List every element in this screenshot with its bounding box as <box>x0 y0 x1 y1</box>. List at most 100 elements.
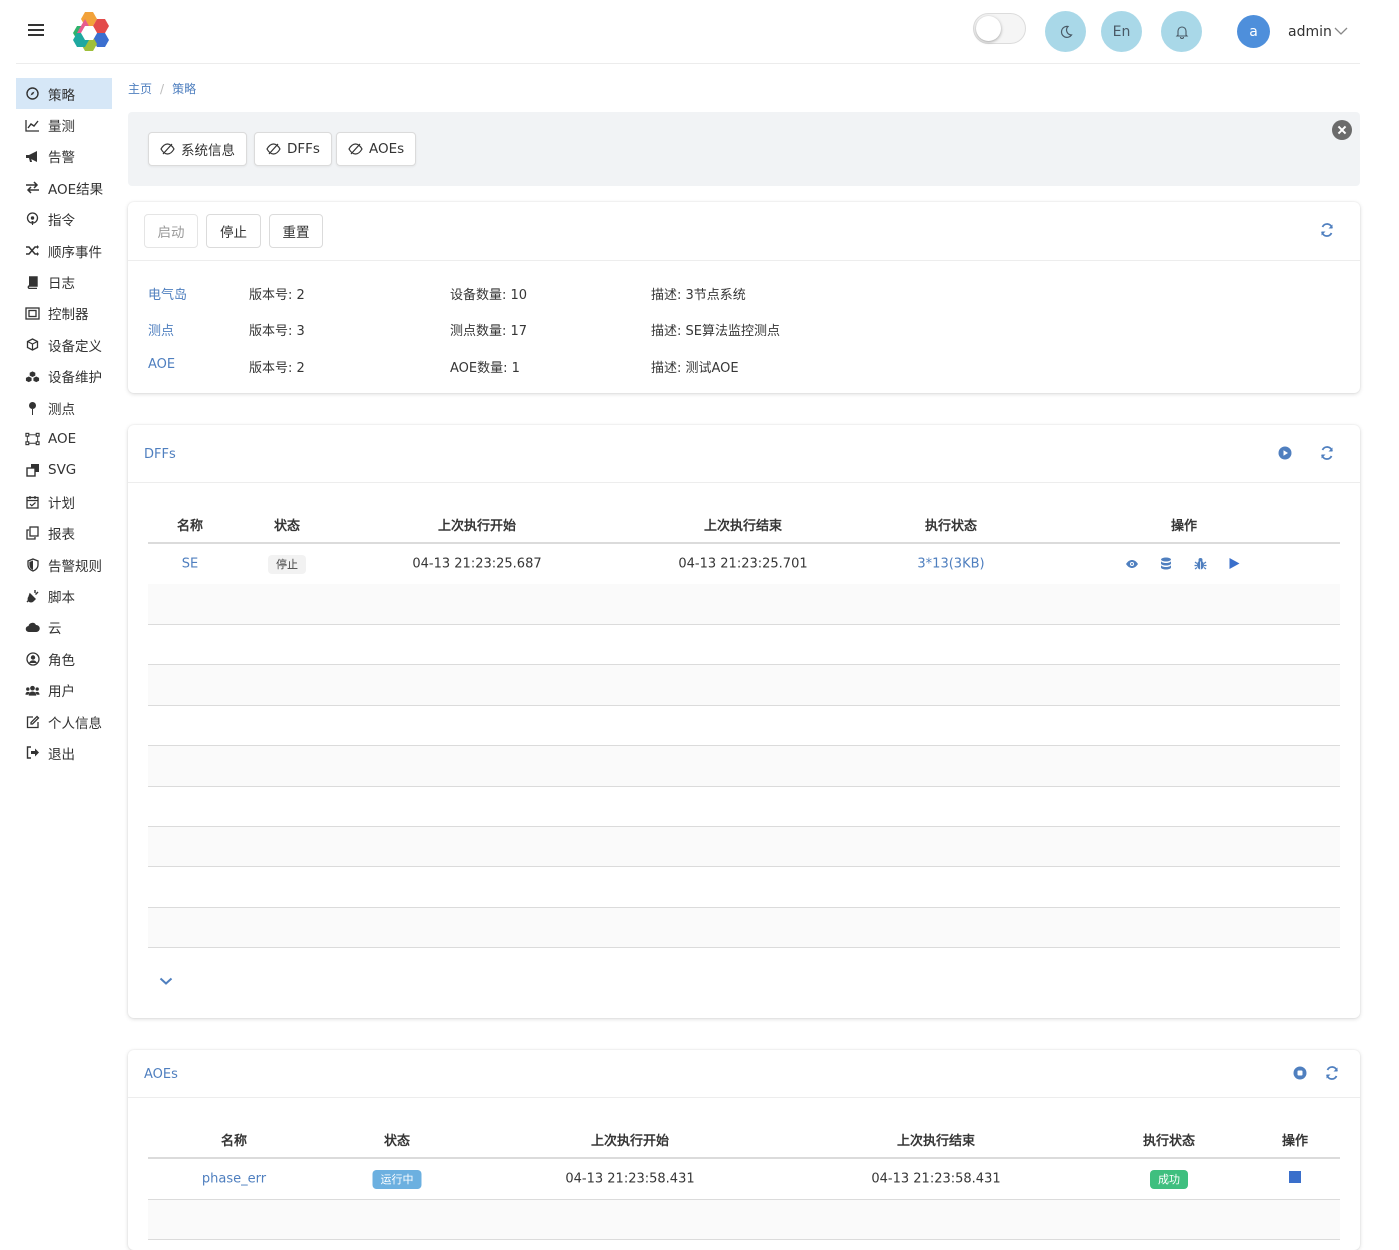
table-row <box>148 1199 1340 1240</box>
sidebar-item[interactable]: 脚本 <box>16 580 112 611</box>
column-header: 上次执行开始 <box>590 1134 670 1149</box>
section-toggle-panel: 系统信息 DFFs AOEs <box>128 112 1360 186</box>
sidebar-item[interactable]: 设备定义 <box>16 329 112 360</box>
dark-mode-button[interactable] <box>1045 11 1086 52</box>
sidebar-item[interactable]: 指令 <box>16 204 112 235</box>
sidebar-item[interactable]: 告警 <box>16 141 112 172</box>
calendar-check-icon <box>25 494 40 509</box>
sidebar-item[interactable]: AOE结果 <box>16 172 112 203</box>
cell-start: 04-13 21:23:25.687 <box>412 556 542 572</box>
sidebar-item[interactable]: 用户 <box>16 674 112 705</box>
moon-icon <box>1060 25 1073 38</box>
sidebar-item[interactable]: SVG <box>16 455 112 486</box>
language-button[interactable]: En <box>1101 11 1142 52</box>
refresh-icon[interactable] <box>1324 1065 1340 1081</box>
system-info-card: 启动 停止 重置 电气岛 版本号: 2 设备数量: 10 描述: 3节点系统 测点 版本号… <box>128 202 1360 393</box>
aoes-card: AOEs 名称 状态 上次执行开始 上次执行结束 执行状态 操作 phase_err 运行中 0… <box>128 1050 1360 1250</box>
cell-end: 04-13 21:23:58.431 <box>871 1171 1001 1187</box>
column-header: 名称 <box>220 1134 248 1149</box>
stop-icon[interactable] <box>1289 1170 1301 1187</box>
cell-name[interactable]: SE <box>182 556 198 571</box>
sidebar-item[interactable]: 日志 <box>16 266 112 297</box>
table-row <box>148 826 1340 868</box>
table-row <box>148 665 1340 706</box>
refresh-icon[interactable] <box>1319 445 1335 461</box>
play-icon[interactable] <box>1226 556 1242 572</box>
sidebar-item[interactable]: 控制器 <box>16 298 112 329</box>
breadcrumb-home[interactable]: 主页 <box>128 82 152 96</box>
stop-circle-icon[interactable] <box>1292 1065 1308 1081</box>
eye-slash-icon <box>348 143 363 155</box>
user-avatar[interactable]: a <box>1237 15 1270 48</box>
toggle-system-info-button[interactable]: 系统信息 <box>148 132 247 166</box>
sidebar-item[interactable]: AOE <box>16 423 112 454</box>
table-row <box>148 786 1340 827</box>
bug-icon[interactable] <box>1192 556 1208 572</box>
start-button[interactable]: 启动 <box>144 214 198 248</box>
sidebar-item[interactable]: 云 <box>16 612 112 643</box>
info-name[interactable]: AOE <box>148 357 175 372</box>
toggle-dffs-button[interactable]: DFFs <box>254 132 332 166</box>
bell-icon <box>1175 25 1188 39</box>
exchange-icon <box>25 180 40 195</box>
sidebar-item-label: 指令 <box>48 213 75 230</box>
notifications-button[interactable] <box>1161 11 1202 52</box>
sidebar-item[interactable]: 顺序事件 <box>16 235 112 266</box>
app-logo[interactable] <box>70 10 114 52</box>
sidebar-item[interactable]: 个人信息 <box>16 706 112 737</box>
sidebar-item[interactable]: 报表 <box>16 517 112 548</box>
table-row <box>148 584 1340 625</box>
reset-button[interactable]: 重置 <box>269 214 323 248</box>
chevron-down-icon[interactable] <box>158 973 174 989</box>
cell-start: 04-13 21:23:58.431 <box>565 1171 695 1187</box>
refresh-icon[interactable] <box>1319 222 1335 238</box>
info-count: 设备数量: 10 <box>450 288 528 303</box>
info-name[interactable]: 测点 <box>148 320 174 339</box>
sidebar-item[interactable]: 告警规则 <box>16 549 112 580</box>
database-icon[interactable] <box>1158 556 1174 572</box>
language-label: En <box>1112 23 1131 40</box>
theme-switch[interactable] <box>973 13 1026 44</box>
sidebar-item-label: 脚本 <box>48 589 75 606</box>
aoes-table: 名称 状态 上次执行开始 上次执行结束 执行状态 操作 phase_err 运行中 04-13 … <box>148 1122 1340 1250</box>
sidebar-item[interactable]: 计划 <box>16 486 112 517</box>
sidebar-item[interactable]: 角色 <box>16 643 112 674</box>
cell-exec[interactable]: 3*13(3KB) <box>917 556 984 571</box>
card-header: DFFs <box>128 425 1360 483</box>
stop-button[interactable]: 停止 <box>206 214 261 248</box>
column-header: 执行状态 <box>924 519 978 534</box>
sidebar-item-label: 控制器 <box>48 307 89 324</box>
copy-icon <box>25 526 40 541</box>
sidebar-item[interactable]: 量测 <box>16 109 112 140</box>
compass-icon <box>25 86 40 101</box>
view-icon[interactable] <box>1124 556 1140 572</box>
sidebar-item[interactable]: 策略 <box>16 78 112 110</box>
menu-toggle-icon[interactable] <box>28 22 44 38</box>
sidebar-item-label: 策略 <box>48 87 75 104</box>
toggle-aoes-button[interactable]: AOEs <box>336 132 417 166</box>
column-header: 操作 <box>1281 1134 1309 1149</box>
sidebar-item-label: 日志 <box>48 276 75 293</box>
play-circle-icon[interactable] <box>1277 445 1293 461</box>
chevron-down-icon[interactable] <box>1334 26 1348 36</box>
sidebar-item-label: SVG <box>48 462 77 479</box>
edit-icon <box>25 714 40 729</box>
close-icon[interactable] <box>1332 120 1352 140</box>
column-header: 上次执行结束 <box>703 519 783 534</box>
table-row <box>148 625 1340 666</box>
card-title: DFFs <box>144 447 176 462</box>
sidebar-item-label: 角色 <box>48 652 75 669</box>
cell-name[interactable]: phase_err <box>202 1171 266 1186</box>
sidebar-item[interactable]: 测点 <box>16 392 112 423</box>
user-menu[interactable]: admin <box>1288 24 1332 40</box>
info-name[interactable]: 电气岛 <box>148 284 187 303</box>
sidebar-item[interactable]: 设备维护 <box>16 361 112 392</box>
table-row: phase_err 运行中 04-13 21:23:58.431 04-13 21:2… <box>148 1159 1340 1200</box>
cell-end: 04-13 21:23:25.701 <box>678 556 808 572</box>
table-row <box>148 907 1340 949</box>
breadcrumb-current: 策略 <box>172 82 197 96</box>
user-circle-icon <box>25 651 40 666</box>
plug-icon <box>25 588 40 603</box>
sidebar-item-label: 设备维护 <box>48 370 102 387</box>
sidebar-item[interactable]: 退出 <box>16 737 112 768</box>
